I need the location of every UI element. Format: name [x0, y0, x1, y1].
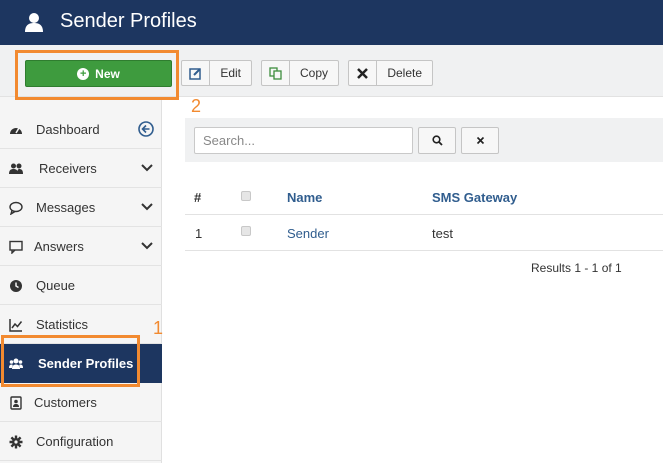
- gear-icon: [9, 435, 23, 449]
- row-name-link[interactable]: Sender: [287, 226, 329, 241]
- delete-button-label: Delete: [387, 66, 422, 80]
- sidebar: Dashboard Receivers Messages Answers Que…: [0, 97, 162, 463]
- delete-button[interactable]: Delete: [348, 60, 433, 86]
- row-checkbox[interactable]: [241, 226, 251, 236]
- sidebar-item-customers[interactable]: Customers: [0, 383, 162, 422]
- row-number: 1: [195, 226, 203, 241]
- user-icon: [25, 13, 43, 32]
- copy-icon: [262, 61, 290, 85]
- copy-button[interactable]: Copy: [261, 60, 339, 86]
- chevron-down-icon[interactable]: [141, 239, 153, 251]
- sidebar-item-receivers[interactable]: Receivers: [0, 149, 162, 188]
- edit-button-label: Edit: [220, 66, 241, 80]
- page-title: Sender Profiles: [60, 10, 197, 32]
- sidebar-item-label: Statistics: [36, 317, 89, 332]
- sidebar-item-answers[interactable]: Answers: [0, 227, 162, 266]
- column-header-sms-gateway[interactable]: SMS Gateway: [432, 190, 517, 205]
- row-divider: [185, 250, 663, 251]
- highlight-box-sender-profiles: [1, 335, 140, 387]
- clock-icon: [10, 280, 22, 292]
- sidebar-item-configuration[interactable]: Configuration: [0, 422, 162, 461]
- sidebar-item-queue[interactable]: Queue: [0, 266, 162, 305]
- sidebar-item-label: Queue: [36, 278, 76, 293]
- contact-icon: [10, 396, 22, 410]
- search-button[interactable]: [418, 127, 456, 154]
- row-gateway: test: [432, 226, 453, 241]
- search-icon: [431, 135, 443, 146]
- app-header: Sender Profiles: [0, 0, 663, 45]
- header-divider: [185, 214, 663, 215]
- chevron-down-icon[interactable]: [141, 200, 153, 212]
- sidebar-item-dashboard[interactable]: Dashboard: [0, 110, 162, 149]
- close-icon: [349, 61, 378, 85]
- select-all-checkbox[interactable]: [241, 191, 251, 201]
- annotation-number-1: 1: [153, 318, 164, 338]
- message-icon: [9, 201, 23, 215]
- close-icon: [476, 136, 484, 145]
- sidebar-item-label: Dashboard: [36, 122, 100, 137]
- collapse-sidebar-icon[interactable]: [138, 121, 154, 137]
- search-input[interactable]: Search...: [194, 127, 413, 154]
- clear-search-button[interactable]: [461, 127, 499, 154]
- sidebar-item-messages[interactable]: Messages: [0, 188, 162, 227]
- sidebar-item-label: Customers: [34, 395, 97, 410]
- answer-icon: [9, 240, 23, 254]
- copy-button-label: Copy: [299, 66, 328, 80]
- highlight-box-new: [15, 50, 179, 100]
- sidebar-item-label: Configuration: [36, 434, 114, 449]
- results-count: Results 1 - 1 of 1: [531, 261, 622, 275]
- edit-icon: [182, 61, 211, 85]
- dashboard-icon: [10, 127, 22, 134]
- edit-button[interactable]: Edit: [181, 60, 252, 86]
- users-icon: [9, 163, 23, 174]
- sidebar-item-label: Receivers: [39, 161, 97, 176]
- sidebar-item-label: Answers: [34, 239, 84, 254]
- chevron-down-icon[interactable]: [141, 161, 153, 173]
- sidebar-item-label: Messages: [36, 200, 96, 215]
- annotation-number-2: 2: [191, 96, 202, 116]
- chart-icon: [9, 319, 23, 332]
- column-header-number: #: [194, 190, 202, 205]
- column-header-name[interactable]: Name: [287, 190, 322, 205]
